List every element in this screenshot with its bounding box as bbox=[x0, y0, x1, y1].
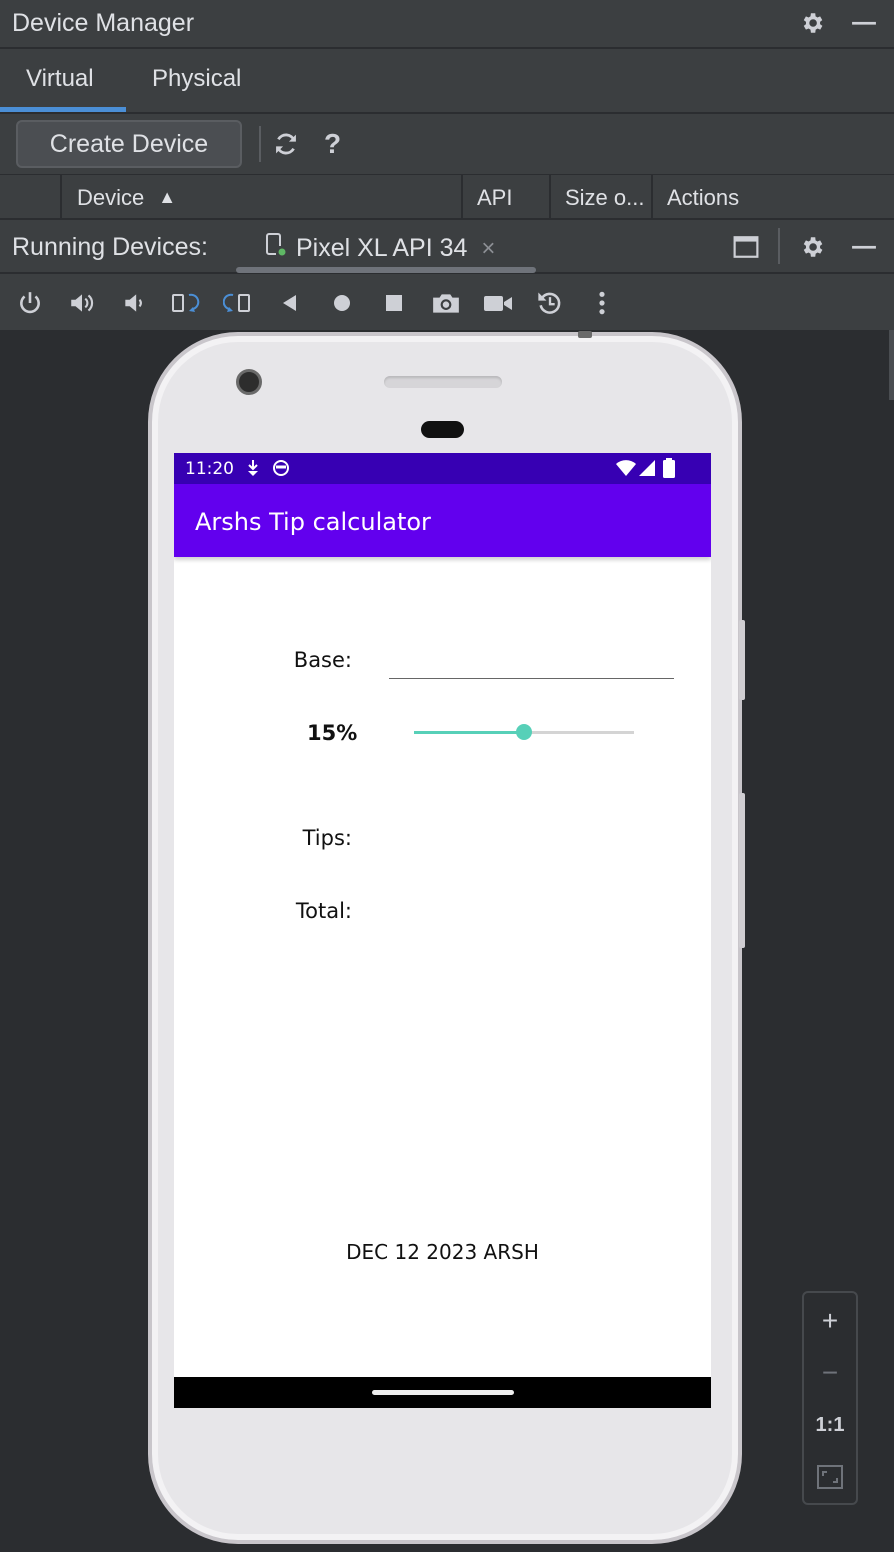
emulator-toolbar bbox=[0, 274, 894, 330]
actual-size-button[interactable]: 1:1 bbox=[804, 1400, 856, 1450]
close-icon[interactable]: × bbox=[481, 235, 495, 263]
column-size[interactable]: Size o... bbox=[549, 175, 651, 220]
battery-icon bbox=[663, 458, 675, 483]
power-icon[interactable] bbox=[15, 288, 45, 318]
viewport-scrollbar[interactable] bbox=[889, 330, 894, 400]
base-label: Base: bbox=[293, 648, 352, 672]
home-icon[interactable] bbox=[327, 288, 357, 318]
gear-icon[interactable] bbox=[797, 8, 827, 38]
power-side-button bbox=[739, 620, 745, 700]
volume-down-icon[interactable] bbox=[119, 288, 149, 318]
device-manager-toolbar: Create Device ? bbox=[0, 114, 894, 174]
zoom-out-icon[interactable]: − bbox=[804, 1348, 856, 1398]
rotate-left-icon[interactable] bbox=[171, 288, 201, 318]
wifi-icon bbox=[615, 459, 637, 482]
tip-percent-label: 15% bbox=[307, 721, 358, 745]
column-device-label: Device bbox=[77, 184, 145, 210]
device-manager-header: Device Manager bbox=[0, 0, 894, 48]
more-icon[interactable] bbox=[587, 288, 617, 318]
tip-percent-slider[interactable] bbox=[414, 719, 634, 745]
phone-speaker bbox=[384, 376, 502, 388]
snapshot-icon[interactable] bbox=[535, 288, 565, 318]
volume-up-icon[interactable] bbox=[67, 288, 97, 318]
running-devices-title: Running Devices: bbox=[12, 233, 208, 261]
status-time: 11:20 bbox=[185, 459, 234, 479]
app-bar: Arshs Tip calculator bbox=[174, 484, 711, 557]
download-icon bbox=[246, 459, 260, 482]
device-manager-title: Device Manager bbox=[12, 9, 195, 37]
home-gesture-pill[interactable] bbox=[372, 1390, 514, 1395]
column-api-label: API bbox=[477, 184, 513, 210]
footer-signature: DEC 12 2023 ARSH bbox=[346, 1240, 539, 1264]
tips-label: Tips: bbox=[302, 826, 352, 850]
total-label: Total: bbox=[295, 899, 352, 923]
device-table-header: Device ▲ API Size o... Actions bbox=[0, 174, 894, 220]
minimize-icon[interactable] bbox=[849, 8, 879, 38]
device-tab-indicator bbox=[236, 267, 536, 273]
device-tab-label: Pixel XL API 34 bbox=[296, 234, 468, 262]
fit-screen-icon[interactable] bbox=[804, 1452, 856, 1502]
tab-virtual[interactable]: Virtual bbox=[26, 65, 94, 93]
phone-sensor bbox=[421, 421, 464, 438]
slider-fill bbox=[414, 731, 524, 734]
refresh-icon[interactable] bbox=[272, 130, 300, 165]
app-title: Arshs Tip calculator bbox=[195, 508, 431, 536]
volume-side-button bbox=[739, 793, 745, 948]
rotate-right-icon[interactable] bbox=[223, 288, 253, 318]
video-icon[interactable] bbox=[483, 288, 513, 318]
zoom-in-icon[interactable]: + bbox=[804, 1296, 856, 1346]
device-screen[interactable]: 11:20 Arshs Tip calculator Base: 15% Tip… bbox=[174, 453, 711, 1408]
android-nav-bar bbox=[174, 1377, 711, 1408]
gear-icon[interactable] bbox=[797, 232, 827, 262]
header-separator bbox=[778, 228, 780, 264]
running-devices-header: Running Devices: Pixel XL API 34 × bbox=[0, 220, 894, 273]
phone-top-notch bbox=[578, 331, 592, 338]
back-icon[interactable] bbox=[275, 288, 305, 318]
overview-icon[interactable] bbox=[379, 288, 409, 318]
zoom-controls: + − 1:1 bbox=[802, 1291, 858, 1505]
column-device[interactable]: Device ▲ bbox=[60, 175, 462, 220]
column-api[interactable]: API bbox=[461, 175, 549, 220]
column-actions-label: Actions bbox=[667, 184, 740, 210]
column-actions[interactable]: Actions bbox=[651, 175, 894, 220]
minimize-icon[interactable] bbox=[849, 232, 879, 262]
slider-thumb[interactable] bbox=[516, 724, 532, 740]
tab-physical[interactable]: Physical bbox=[152, 65, 241, 93]
column-size-label: Size o... bbox=[565, 184, 645, 210]
sort-up-icon: ▲ bbox=[158, 187, 177, 207]
device-tab-pixel-xl[interactable]: Pixel XL API 34 × bbox=[264, 232, 495, 265]
notification-icon bbox=[272, 459, 290, 482]
front-camera bbox=[236, 369, 262, 395]
phone-device-icon bbox=[264, 232, 288, 265]
android-status-bar: 11:20 bbox=[174, 453, 711, 484]
device-type-tabs: Virtual Physical bbox=[0, 49, 894, 113]
base-amount-input[interactable] bbox=[389, 643, 674, 679]
create-device-button[interactable]: Create Device bbox=[16, 120, 242, 168]
camera-icon[interactable] bbox=[431, 288, 461, 318]
signal-icon bbox=[638, 459, 656, 482]
toolbar-separator bbox=[259, 126, 261, 162]
active-tab-indicator bbox=[0, 107, 126, 112]
help-icon[interactable]: ? bbox=[324, 128, 341, 160]
window-icon[interactable] bbox=[731, 232, 761, 262]
